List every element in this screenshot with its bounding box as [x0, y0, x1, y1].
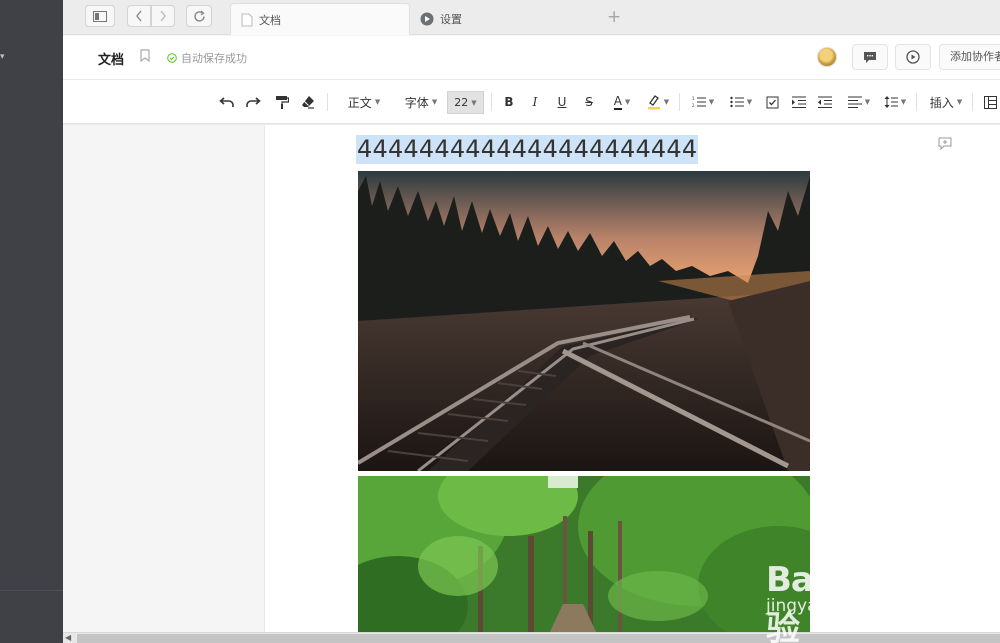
play-circle-icon	[906, 50, 920, 64]
new-tab-button[interactable]: +	[607, 7, 621, 27]
chevron-down-icon: ▼	[471, 98, 477, 107]
settings-icon	[420, 12, 434, 26]
toolbar-divider	[679, 93, 680, 111]
eraser-icon	[302, 96, 314, 109]
redo-icon	[246, 97, 261, 107]
horizontal-scrollbar[interactable]: ◀	[63, 632, 1000, 643]
forest-path-image[interactable]	[358, 476, 810, 632]
checklist-button[interactable]	[763, 92, 781, 112]
chevron-down-icon: ▼	[374, 98, 381, 106]
present-button[interactable]	[895, 44, 931, 70]
highlighter-icon	[647, 95, 660, 110]
comment-icon	[864, 51, 876, 63]
tab-document[interactable]: 文档	[230, 3, 410, 35]
indent-button[interactable]	[790, 92, 808, 112]
strikethrough-button[interactable]: S	[580, 92, 598, 112]
underline-button[interactable]: U	[553, 92, 571, 112]
checkbox-icon	[766, 96, 778, 108]
text-color-label: A	[613, 94, 622, 110]
insert-menu-label: 插入	[929, 95, 954, 110]
forward-button[interactable]	[151, 5, 175, 27]
redo-button[interactable]	[244, 92, 262, 112]
table-icon	[983, 95, 997, 109]
check-circle-icon	[167, 53, 177, 63]
chevron-down-icon: ▼	[431, 98, 438, 106]
chevron-right-icon	[160, 10, 166, 22]
toolbar-divider	[491, 93, 492, 111]
chevron-down-icon: ▼	[746, 98, 753, 106]
align-button[interactable]: ▼	[844, 92, 874, 112]
autosave-text: 自动保存成功	[181, 52, 247, 65]
chevron-down-icon: ▼	[864, 98, 871, 106]
add-comment-icon[interactable]	[938, 137, 952, 150]
page-title[interactable]: 文档	[98, 49, 124, 68]
chevron-left-icon	[136, 10, 142, 22]
outdent-button[interactable]	[816, 92, 834, 112]
clear-format-button[interactable]	[299, 92, 317, 112]
chevron-down-icon: ▼	[624, 98, 631, 106]
toggle-sidebar-button[interactable]	[85, 5, 115, 27]
refresh-icon	[193, 10, 205, 22]
comments-button[interactable]	[852, 44, 888, 70]
app-window: ▾ 文档 设置 + 文档 自动保存成功 添加协作者 正文 ▼ 字体 ▼ 22 ▼…	[0, 0, 1000, 643]
chevron-down-icon: ▼	[956, 98, 963, 106]
outdent-icon	[818, 96, 832, 108]
italic-button[interactable]: I	[526, 92, 544, 112]
avatar[interactable]	[817, 47, 837, 67]
chevron-down-icon: ▼	[708, 98, 715, 106]
bullet-list-icon	[730, 96, 744, 108]
line-height-icon	[884, 96, 898, 108]
tab-settings[interactable]: 设置	[410, 3, 590, 35]
tab-document-label: 文档	[259, 13, 281, 27]
text-color-button[interactable]: A ▼	[607, 92, 637, 112]
highlight-button[interactable]: ▼	[643, 92, 673, 112]
ordered-list-button[interactable]: 1 2 ▼	[688, 92, 718, 112]
add-collaborator-button[interactable]: 添加协作者	[939, 44, 1000, 70]
document-page[interactable]: 4444444444444444444444	[264, 125, 1000, 632]
chevron-down-icon: ▼	[663, 98, 670, 106]
paragraph-style-select[interactable]: 正文 ▼	[342, 92, 386, 112]
toolbar-divider	[327, 93, 328, 111]
bold-button[interactable]: B	[500, 92, 518, 112]
ordered-list-icon: 12	[692, 96, 706, 108]
format-toolbar: 正文 ▼ 字体 ▼ 22 ▼ B I U S A ▼ ▼ 1 2 ▼ ▼ ▼ ▼…	[63, 80, 1000, 124]
document-icon	[241, 13, 253, 26]
font-family-select[interactable]: 字体 ▼	[399, 92, 443, 112]
bookmark-icon[interactable]	[140, 49, 150, 62]
font-size-value: 22	[454, 96, 469, 109]
chevron-down-icon[interactable]: ▾	[0, 52, 5, 62]
sidebar-layout-icon	[93, 10, 107, 22]
toolbar-divider	[916, 93, 917, 111]
back-button[interactable]	[127, 5, 151, 27]
undo-icon	[219, 97, 234, 107]
editor-canvas: 4444444444444444444444	[63, 125, 1000, 632]
chevron-down-icon: ▼	[900, 98, 907, 106]
refresh-button[interactable]	[186, 5, 212, 27]
paragraph-style-label: 正文	[347, 95, 372, 110]
align-left-icon	[847, 96, 862, 108]
scrollbar-thumb[interactable]	[77, 634, 1000, 643]
format-painter-button[interactable]	[273, 92, 291, 112]
line-height-button[interactable]: ▼	[880, 92, 910, 112]
left-sidebar: ▾	[0, 0, 63, 643]
scroll-left-icon[interactable]: ◀	[65, 633, 71, 642]
indent-icon	[792, 96, 806, 108]
undo-button[interactable]	[218, 92, 236, 112]
table-button[interactable]	[981, 92, 999, 112]
tab-bar: 文档 设置 +	[63, 0, 1000, 35]
insert-menu-button[interactable]: 插入 ▼	[926, 92, 966, 112]
format-painter-icon	[276, 96, 289, 109]
sidebar-divider	[0, 590, 63, 591]
bullet-list-button[interactable]: ▼	[726, 92, 756, 112]
autosave-status: 自动保存成功	[167, 50, 247, 66]
selected-heading-text[interactable]: 4444444444444444444444	[356, 135, 699, 164]
svg-text:1: 1	[692, 96, 695, 101]
railway-sunset-image[interactable]	[358, 171, 810, 471]
font-size-select[interactable]: 22 ▼	[447, 91, 484, 114]
font-family-label: 字体	[404, 95, 429, 110]
svg-text:2: 2	[692, 103, 695, 108]
document-header: 文档 自动保存成功 添加协作者	[63, 36, 1000, 80]
tab-settings-label: 设置	[440, 13, 462, 26]
toolbar-divider	[972, 93, 973, 111]
